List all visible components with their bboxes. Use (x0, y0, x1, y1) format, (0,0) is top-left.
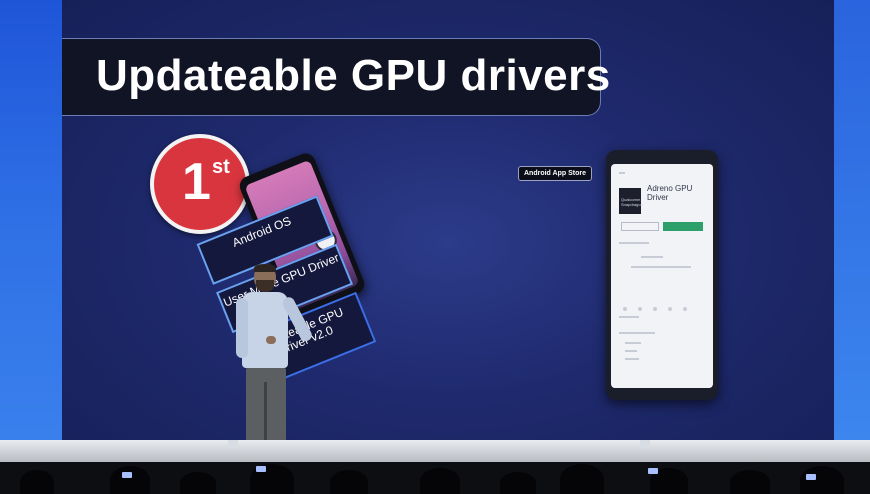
app-name: Adreno GPU Driver (647, 184, 693, 202)
app-store-label: Android App Store (518, 166, 592, 181)
rating-dots (623, 298, 703, 311)
whats-new-line (619, 242, 649, 244)
contact-item (625, 350, 637, 352)
title-banner: Updateable GPU drivers (62, 38, 610, 116)
uninstall-button (621, 222, 659, 231)
presenter (236, 264, 314, 440)
description-line (631, 266, 691, 268)
adreno-app-icon: Qualcomm Snapdragon (619, 188, 643, 214)
audience-phone (122, 472, 132, 478)
stage-floor (0, 440, 870, 462)
presenter-shirt (242, 292, 288, 368)
contact-item (625, 358, 639, 360)
audience (0, 462, 870, 494)
developer-contact-line (619, 332, 655, 334)
audience-phone (648, 468, 658, 474)
presenter-clicker (266, 336, 276, 344)
badge-superscript: st (212, 156, 230, 178)
audience-phone (806, 474, 816, 480)
app-icon-text: Qualcomm Snapdragon (621, 197, 643, 207)
description-line (641, 256, 663, 258)
app-store-phone-screen: Qualcomm Snapdragon Adreno GPU Driver (611, 164, 713, 388)
first-badge: 1 st (150, 134, 250, 234)
app-store-phone: Qualcomm Snapdragon Adreno GPU Driver (606, 150, 718, 400)
back-arrow-icon (619, 172, 625, 174)
right-side-screen (834, 0, 870, 440)
stage-light (228, 440, 238, 446)
presentation-screen: Updateable GPU drivers 1 st Android OS U… (62, 0, 834, 440)
update-button (663, 222, 703, 231)
review-line (619, 316, 639, 318)
contact-item (625, 342, 641, 344)
stage-photo: Updateable GPU drivers 1 st Android OS U… (0, 0, 870, 494)
left-side-screen (0, 0, 62, 440)
slide-title: Updateable GPU drivers (96, 51, 611, 100)
badge-number: 1 (182, 153, 211, 211)
audience-phone (256, 466, 266, 472)
stage-light (640, 440, 650, 446)
